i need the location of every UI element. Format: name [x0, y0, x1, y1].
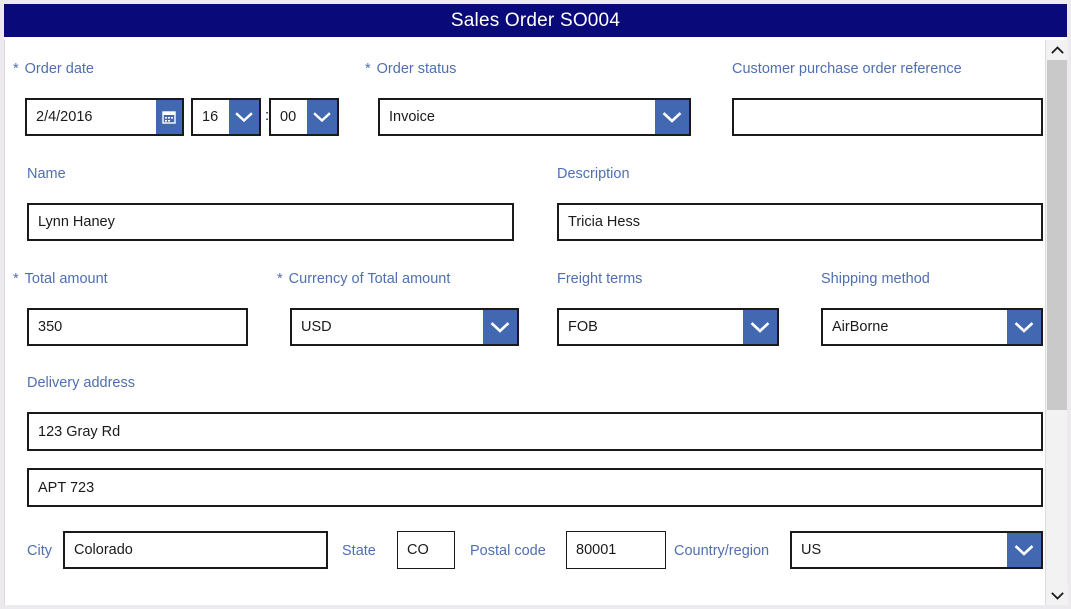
chevron-down-icon[interactable] — [1046, 585, 1068, 605]
order-time-minute-field[interactable]: 00 — [269, 98, 339, 136]
order-time-hour-field[interactable]: 16 — [191, 98, 261, 136]
order-date-value[interactable]: 2/4/2016 — [27, 100, 156, 134]
order-status-value[interactable]: Invoice — [380, 100, 655, 134]
city-label: City — [27, 543, 52, 559]
order-status-label: * Order status — [365, 61, 457, 77]
order-time-minute-value[interactable]: 00 — [271, 100, 307, 134]
customer-po-reference-input[interactable] — [732, 98, 1043, 136]
postal-code-input[interactable] — [566, 531, 666, 569]
freight-terms-value[interactable]: FOB — [559, 310, 743, 344]
required-asterisk: * — [277, 271, 283, 287]
sales-order-form: * Order date 2/4/2016 16: 00 * Order st… — [4, 40, 1045, 605]
description-input[interactable] — [557, 203, 1043, 241]
currency-value[interactable]: USD — [292, 310, 483, 344]
window-title-bar: Sales Order SO004 — [4, 4, 1067, 37]
name-label: Name — [27, 166, 66, 182]
required-asterisk: * — [13, 271, 19, 287]
vertical-scrollbar[interactable] — [1045, 40, 1068, 605]
shipping-method-label: Shipping method — [821, 271, 930, 287]
chevron-down-icon[interactable] — [1007, 310, 1041, 344]
freight-terms-select[interactable]: FOB — [557, 308, 779, 346]
total-amount-input[interactable] — [27, 308, 248, 346]
required-asterisk: * — [365, 61, 371, 77]
country-region-select[interactable]: US — [790, 531, 1043, 569]
postal-code-label: Postal code — [470, 543, 546, 559]
total-amount-label: * Total amount — [13, 271, 108, 287]
country-region-label: Country/region — [674, 543, 770, 559]
shipping-method-value[interactable]: AirBorne — [823, 310, 1007, 344]
required-asterisk: * — [13, 61, 19, 77]
city-input[interactable] — [63, 531, 328, 569]
delivery-address-line2-input[interactable] — [27, 468, 1043, 507]
chevron-down-icon[interactable] — [483, 310, 517, 344]
delivery-address-label: Delivery address — [27, 375, 135, 391]
window-bottom-edge — [0, 605, 1071, 609]
chevron-down-icon[interactable] — [1007, 533, 1041, 567]
freight-terms-label: Freight terms — [557, 271, 643, 287]
country-region-value[interactable]: US — [792, 533, 1007, 567]
scrollbar-thumb[interactable] — [1047, 60, 1067, 410]
currency-select[interactable]: USD — [290, 308, 519, 346]
shipping-method-select[interactable]: AirBorne — [821, 308, 1043, 346]
description-label: Description — [557, 166, 630, 182]
window-right-edge — [1067, 0, 1071, 609]
chevron-down-icon[interactable] — [229, 100, 259, 134]
order-status-select[interactable]: Invoice — [378, 98, 691, 136]
customer-po-reference-label: Customer purchase order reference — [732, 61, 962, 77]
delivery-address-line1-input[interactable] — [27, 412, 1043, 451]
chevron-down-icon[interactable] — [307, 100, 337, 134]
sales-order-window: Sales Order SO004 *Order date 2/4/2016 — [0, 0, 1071, 609]
order-time-hour-value[interactable]: 16 — [193, 100, 229, 134]
page-title: Sales Order SO004 — [450, 9, 621, 31]
order-date-field[interactable]: 2/4/2016 — [25, 98, 184, 136]
chevron-up-icon[interactable] — [1046, 40, 1068, 60]
chevron-down-icon[interactable] — [655, 100, 689, 134]
currency-label: * Currency of Total amount — [277, 271, 451, 287]
name-input[interactable] — [27, 203, 514, 241]
chevron-down-icon[interactable] — [743, 310, 777, 344]
state-label: State — [342, 543, 376, 559]
state-input[interactable] — [397, 531, 455, 569]
order-date-label: * Order date — [13, 61, 94, 77]
calendar-icon[interactable] — [156, 100, 182, 134]
